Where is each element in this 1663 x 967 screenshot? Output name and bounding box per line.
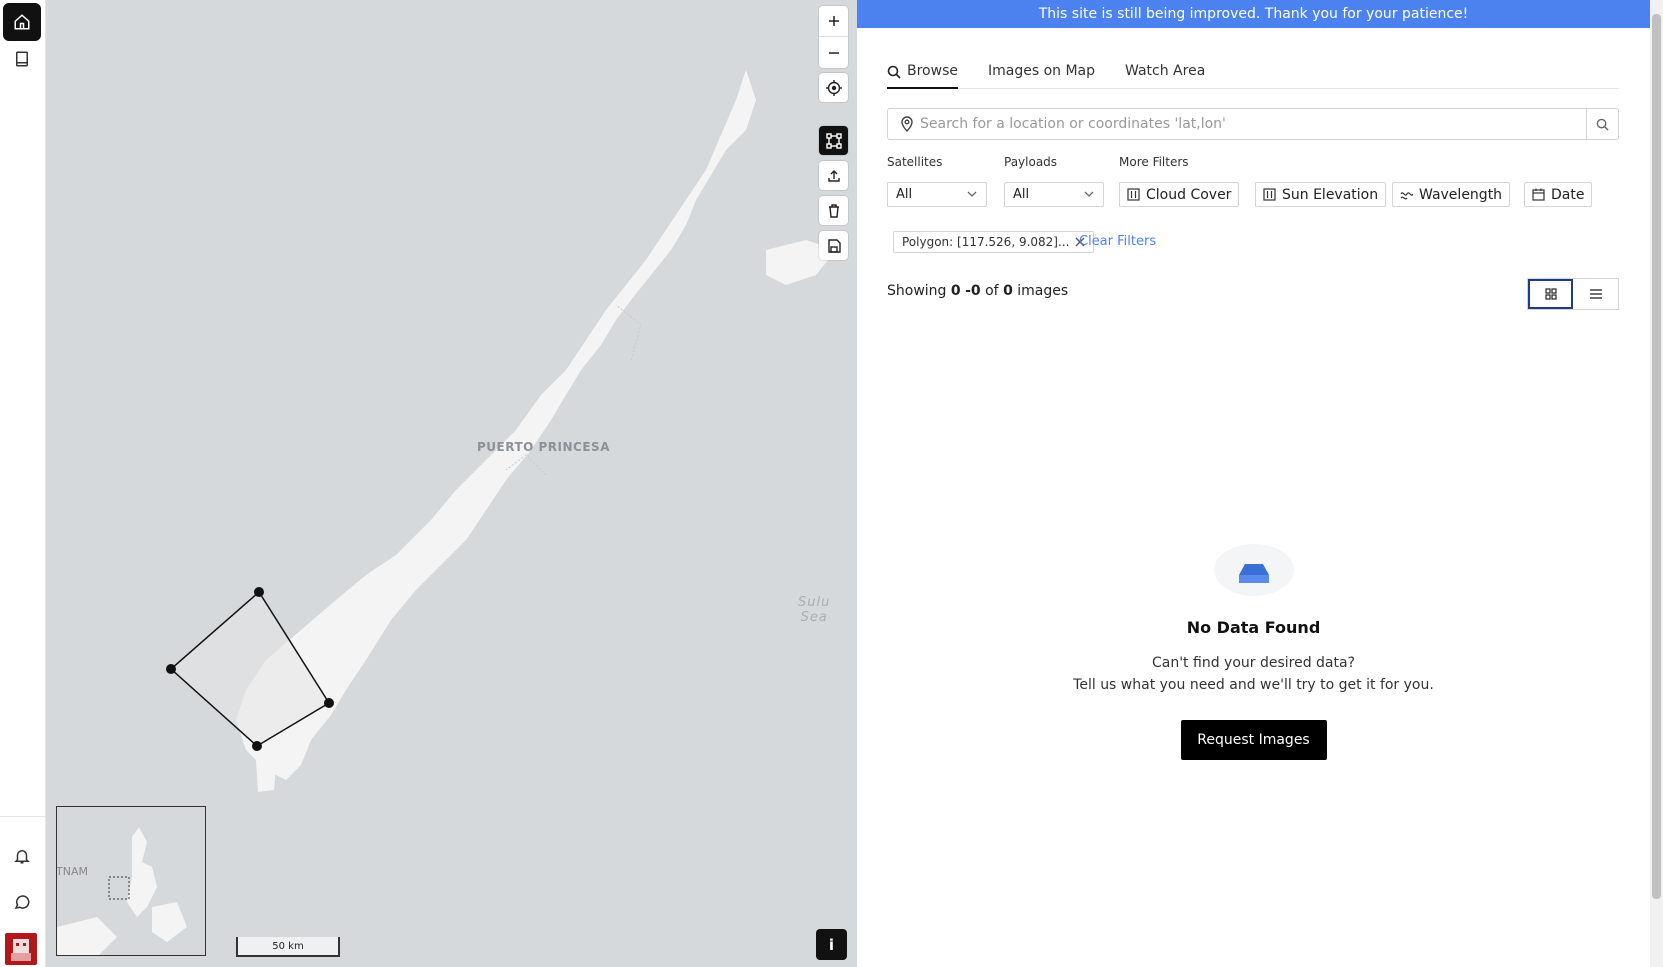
tab-watch-area[interactable]: Watch Area (1125, 52, 1205, 89)
search-input[interactable]: Search for a location or coordinates 'la… (920, 116, 1586, 132)
polygon-vertex (254, 587, 264, 597)
tab-bar: Browse Images on Map Watch Area (887, 52, 1619, 89)
list-view-button[interactable] (1573, 279, 1618, 309)
app: PUERTO PRINCESA Sulu Sea TNAM 50 km i Th… (0, 0, 1663, 967)
search-icon (887, 65, 901, 79)
showing-total: 0 (1003, 283, 1013, 299)
showing-from: 0 (950, 283, 961, 299)
info-button[interactable]: i (816, 929, 847, 960)
date-button[interactable]: Date (1524, 182, 1593, 207)
payloads-select[interactable]: All (1004, 182, 1104, 207)
left-rail (0, 0, 46, 967)
draw-polygon-button[interactable] (819, 126, 848, 155)
map-view[interactable]: PUERTO PRINCESA Sulu Sea TNAM 50 km i (46, 0, 857, 967)
right-panel: This site is still being improved. Thank… (857, 0, 1650, 967)
chat-icon[interactable] (3, 883, 41, 921)
trash-icon (828, 203, 839, 218)
slider-icon (1127, 188, 1140, 201)
chip-label: Polygon: [117.526, 9.082]... (902, 235, 1070, 249)
search-icon (1596, 118, 1609, 131)
upload-button[interactable] (819, 161, 848, 190)
clear-filters-link[interactable]: Clear Filters (1079, 234, 1156, 249)
payloads-value: All (1013, 187, 1030, 202)
view-toggle (1527, 278, 1619, 310)
polygon-filter-chip: Polygon: [117.526, 9.082]... (893, 231, 1095, 253)
locate-button[interactable] (819, 73, 848, 102)
wave-icon (1400, 192, 1413, 200)
polygon-vertex (324, 698, 334, 708)
polygon-tool-icon (825, 132, 842, 149)
filter-label: Date (1551, 186, 1585, 203)
filter-label: Sun Elevation (1282, 186, 1379, 203)
filter-label: Wavelength (1419, 186, 1503, 203)
sea-label-line1: Sulu (798, 595, 831, 610)
save-button[interactable] (819, 231, 848, 260)
empty-line-1: Can't find your desired data? (1151, 655, 1356, 671)
tab-images-on-map[interactable]: Images on Map (988, 52, 1095, 89)
scale-bar: 50 km (236, 937, 340, 957)
scrollbar-thumb[interactable] (1652, 14, 1661, 899)
tab-label: Browse (907, 63, 958, 79)
book-icon[interactable] (3, 40, 41, 78)
wavelength-button[interactable]: Wavelength (1392, 182, 1511, 207)
sun-elevation-button[interactable]: Sun Elevation (1255, 182, 1387, 207)
calendar-icon (1532, 188, 1545, 201)
polygon-vertex (252, 741, 262, 751)
avatar[interactable] (5, 933, 37, 965)
notice-banner: This site is still being improved. Thank… (857, 0, 1650, 28)
grid-view-button[interactable] (1528, 279, 1574, 309)
more-filters-label: More Filters (1119, 155, 1189, 169)
minimap-viewport (108, 876, 130, 900)
pin-icon (901, 116, 913, 132)
tab-label: Watch Area (1125, 63, 1206, 79)
showing-of: of (985, 283, 999, 299)
rail-divider (0, 816, 46, 817)
empty-state: No Data Found Can't find your desired da… (857, 540, 1650, 760)
empty-message: Can't find your desired data? Tell us wh… (857, 652, 1650, 696)
delete-button[interactable] (819, 196, 848, 225)
bell-icon[interactable] (3, 837, 41, 875)
empty-line-2: Tell us what you need and we'll try to g… (1073, 677, 1434, 693)
zoom-in-button[interactable] (819, 6, 848, 37)
search-submit-button[interactable] (1586, 109, 1618, 139)
minimap-canvas (57, 827, 187, 955)
satellites-label: Satellites (887, 155, 943, 169)
grid-icon (1544, 288, 1557, 300)
empty-title: No Data Found (1186, 618, 1321, 637)
slider-icon (1263, 188, 1276, 201)
satellites-value: All (896, 187, 913, 202)
upload-icon (827, 169, 840, 182)
showing-prefix: Showing (887, 283, 947, 299)
sea-label: Sulu Sea (798, 595, 830, 625)
zoom-out-button[interactable] (819, 37, 848, 68)
crosshair-icon (825, 79, 842, 96)
chevron-down-icon (967, 191, 977, 197)
showing-suffix: images (1017, 283, 1069, 299)
empty-box-icon (1213, 544, 1294, 596)
polygon-vertex (166, 664, 176, 674)
sea-label-line2: Sea (800, 610, 828, 625)
filter-label: Cloud Cover (1146, 186, 1232, 203)
scrollbar[interactable] (1650, 0, 1663, 967)
zoom-control (819, 6, 848, 68)
list-icon (1589, 289, 1602, 299)
payloads-label: Payloads (1004, 155, 1058, 169)
minimap[interactable]: TNAM (56, 806, 206, 956)
home-icon[interactable] (3, 3, 41, 41)
save-icon (827, 238, 841, 253)
showing-to: -0 (965, 283, 981, 299)
cloud-cover-button[interactable]: Cloud Cover (1119, 182, 1240, 207)
city-label: PUERTO PRINCESA (477, 440, 610, 454)
results-count: Showing 0 -0 of 0 images (887, 283, 1068, 299)
chevron-down-icon (1084, 191, 1094, 197)
minimap-label: TNAM (56, 865, 88, 878)
request-images-button[interactable]: Request Images (1180, 720, 1327, 760)
tab-browse[interactable]: Browse (887, 52, 958, 89)
location-search[interactable]: Search for a location or coordinates 'la… (887, 108, 1619, 140)
tab-label: Images on Map (987, 63, 1096, 79)
satellites-select[interactable]: All (887, 182, 987, 207)
